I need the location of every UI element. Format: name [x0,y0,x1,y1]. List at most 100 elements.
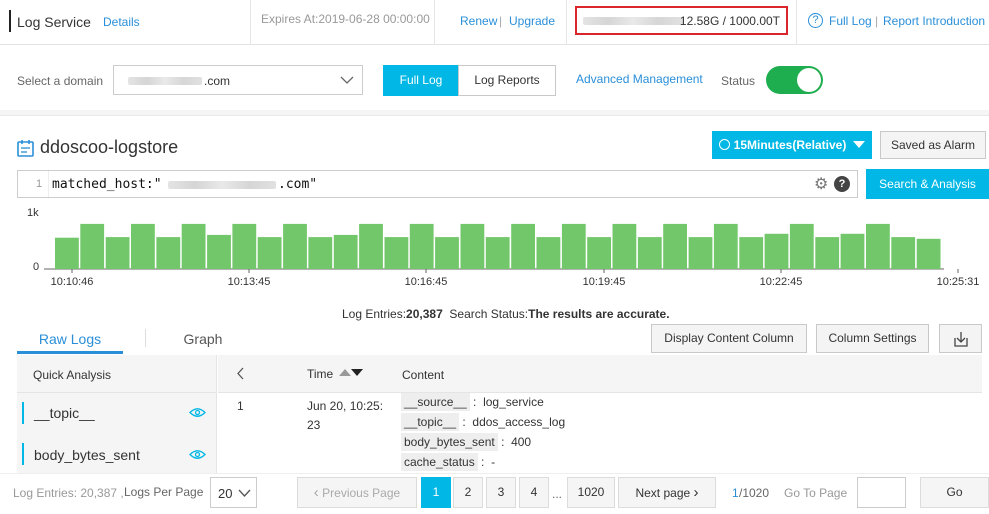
upgrade-link[interactable]: Upgrade [509,14,555,28]
histogram-bar[interactable] [308,237,333,269]
go-button[interactable]: Go [920,477,989,508]
log-field-key[interactable]: cache_status [401,453,478,471]
pagination-ellipsis: ... [552,487,563,501]
histogram-bar[interactable] [561,223,586,269]
details-link[interactable]: Details [103,15,140,29]
time-column-header[interactable]: Time [307,367,333,381]
previous-page-button[interactable]: ‹ Previous Page [297,477,417,508]
sort-desc-icon[interactable] [351,369,363,376]
x-axis-label: 10:10:46 [51,276,94,288]
domain-select[interactable]: .com [113,65,363,95]
goto-page-input[interactable] [857,477,906,508]
histogram-bar[interactable] [359,223,383,269]
histogram-bar[interactable] [840,233,865,269]
histogram-bar[interactable] [511,223,535,269]
histogram-bar[interactable] [637,237,662,269]
histogram-bar[interactable] [866,223,890,269]
tab-log-reports[interactable]: Log Reports [458,65,556,96]
log-field: cache_status : - [401,453,495,471]
histogram-bar[interactable] [536,237,561,269]
page-2-button[interactable]: 2 [453,477,483,508]
quick-analysis-panel: Quick Analysis __topic__ body_bytes_sent [17,355,217,475]
histogram-bar[interactable] [435,237,459,269]
help-icon[interactable]: ? [808,13,823,28]
log-field-key[interactable]: __topic__ [401,413,460,431]
eye-icon[interactable] [189,407,206,418]
chevron-left-icon[interactable] [236,367,244,380]
histogram-bar[interactable] [181,223,206,269]
log-field-value[interactable]: 400 [511,435,531,449]
histogram-bar[interactable] [713,223,738,269]
search-analysis-button[interactable]: Search & Analysis [866,169,989,199]
renew-link[interactable]: Renew [460,14,497,28]
divider [434,0,435,45]
display-content-column-button[interactable]: Display Content Column [651,324,807,353]
expires-text: Expires At:2019-06-28 00:00:00 [261,12,430,26]
histogram-bar[interactable] [485,237,510,269]
histogram-bar[interactable] [587,237,611,269]
histogram-bar[interactable] [409,223,434,269]
histogram-bar[interactable] [131,223,155,269]
page-4-button[interactable]: 4 [519,477,549,508]
log-field-value[interactable]: - [491,455,495,469]
histogram-bar[interactable] [789,223,814,269]
log-field-value[interactable]: ddos_access_log [472,415,565,429]
full-log-link[interactable]: Full Log [829,14,872,28]
histogram-bar[interactable] [612,223,637,269]
log-field-key[interactable]: __source__ [401,393,470,411]
x-axis-label: 10:22:45 [760,276,803,288]
help-icon[interactable]: ? [834,176,850,192]
domain-blur [128,77,202,85]
next-page-button[interactable]: Next page › [618,477,716,508]
histogram-bar[interactable] [739,237,764,269]
histogram-bar[interactable] [283,223,307,269]
gear-icon[interactable]: ⚙ [814,174,828,194]
histogram-bar[interactable] [460,223,485,269]
log-field-key[interactable]: body_bytes_sent [401,433,498,451]
tab-graph[interactable]: Graph [150,323,256,354]
histogram-bar[interactable] [333,234,358,269]
page-3-button[interactable]: 3 [486,477,516,508]
time-range-button[interactable]: 15Minutes(Relative) [712,131,872,159]
eye-icon[interactable] [189,449,206,460]
field-marker [22,402,24,424]
chevron-down-icon [238,489,251,497]
histogram-bar[interactable] [688,237,713,269]
histogram-bar[interactable] [80,223,105,269]
histogram-bar[interactable] [207,234,231,269]
query-line-number: 1 [36,178,43,190]
histogram-bar[interactable] [916,238,941,270]
service-title: Log Service [17,14,91,30]
tab-raw-logs[interactable]: Raw Logs [17,323,123,354]
per-page-select[interactable]: 20 [210,477,257,508]
page-last-button[interactable]: 1020 [567,477,615,508]
histogram-bar[interactable] [257,237,282,269]
tab-full-log[interactable]: Full Log [383,65,459,96]
histogram-bar[interactable] [55,237,79,269]
next-page-label: Next page [635,486,691,500]
log-histogram[interactable]: 10:10:46 10:13:45 10:16:45 10:19:45 10:22:45… [0,200,989,295]
histogram-bar[interactable] [815,237,840,269]
histogram-bar[interactable] [384,237,409,269]
report-introduction-link[interactable]: Report Introduction [883,14,985,28]
domain-label: Select a domain [17,74,104,88]
histogram-bar[interactable] [156,237,181,269]
log-field-value[interactable]: log_service [483,395,544,409]
query-editor[interactable]: 1 matched_host:" .com" ⚙ ? [17,170,858,198]
histogram-bar[interactable] [764,233,789,269]
advanced-management-link[interactable]: Advanced Management [576,72,703,86]
divider [566,0,567,45]
histogram-bar[interactable] [663,223,687,269]
field-body-bytes-sent[interactable]: body_bytes_sent [34,447,140,463]
download-button[interactable] [939,324,982,353]
column-settings-button[interactable]: Column Settings [816,324,929,353]
page-1-button[interactable]: 1 [421,477,451,508]
search-status-label: Search Status: [449,307,529,321]
histogram-bar[interactable] [105,237,130,269]
histogram-bar[interactable] [891,237,916,269]
status-toggle[interactable] [766,66,823,94]
field-topic[interactable]: __topic__ [34,405,95,421]
saved-as-alarm-button[interactable]: Saved as Alarm [880,131,986,159]
sort-asc-icon[interactable] [339,369,351,376]
histogram-bar[interactable] [232,223,257,269]
